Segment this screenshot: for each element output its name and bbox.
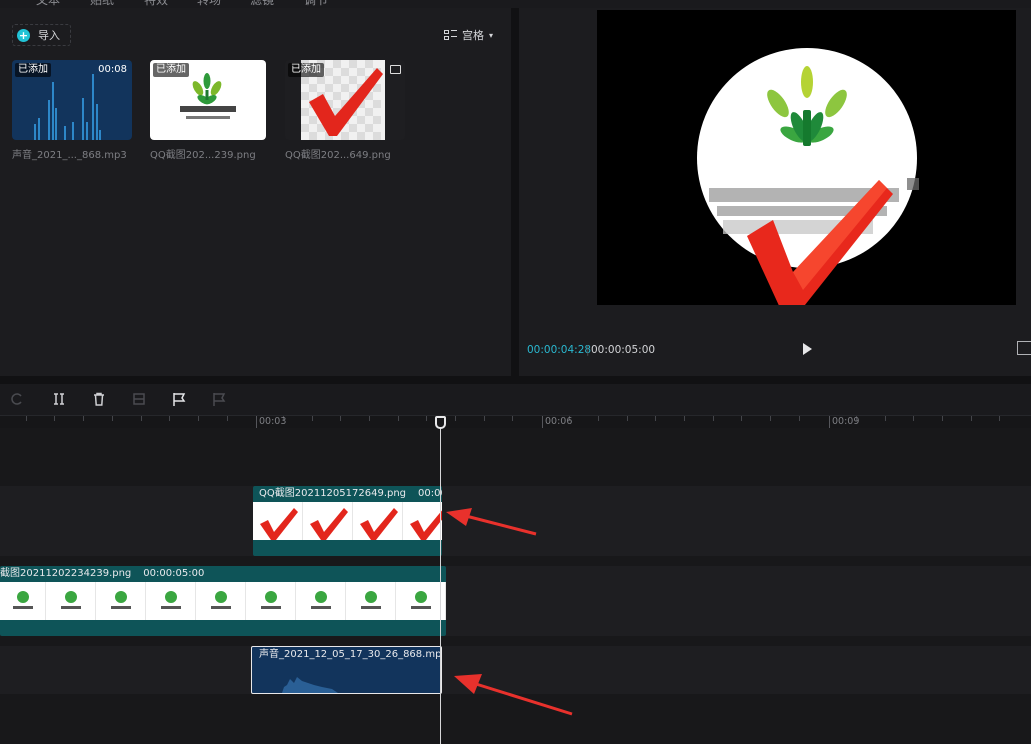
timecode-separator: | [586, 344, 590, 356]
checkmark-frame [303, 502, 353, 540]
menu-item[interactable]: 滤镜 [250, 0, 274, 8]
added-badge: 已添加 [15, 63, 51, 77]
timeline-toolbar [0, 384, 1031, 416]
menu-item[interactable]: 文本 [36, 0, 60, 8]
reverse-icon[interactable] [210, 390, 228, 408]
media-name: 声音_2021_..._868.mp3 [12, 150, 127, 161]
menu-item[interactable]: 调节 [304, 0, 328, 8]
audio-waveform [282, 677, 338, 693]
redo-icon[interactable] [8, 390, 26, 408]
logo-frame [46, 582, 96, 620]
import-label: 导入 [38, 29, 60, 42]
overlay-clip[interactable]: QQ截图20211205172649.png 00:00 [253, 486, 442, 556]
logo-frame [246, 582, 296, 620]
audio-thumbnail: 已添加 00:08 [12, 60, 132, 140]
import-button[interactable]: + 导入 [12, 24, 71, 46]
freeze-frame-icon[interactable] [130, 390, 148, 408]
delete-icon[interactable] [90, 390, 108, 408]
clip-name: QQ截图20211205172649.png [259, 488, 407, 499]
added-badge: 已添加 [288, 63, 324, 77]
logo-frame [196, 582, 246, 620]
preview-frame [697, 48, 919, 305]
media-item-audio[interactable]: 已添加 00:08 声音_2021_..._868.mp3 [12, 60, 132, 161]
media-item-image[interactable]: 已添加 QQ截图202...239.png [150, 60, 266, 161]
split-icon[interactable] [50, 390, 68, 408]
media-name: QQ截图202...649.png [285, 150, 391, 161]
plus-icon: + [17, 28, 30, 42]
checkmark-frame [253, 502, 303, 540]
logo-frame [396, 582, 446, 620]
flag-icon[interactable] [170, 390, 188, 408]
preview-viewport [597, 10, 1016, 305]
clip-frames [0, 582, 446, 620]
menu-item[interactable]: 特效 [144, 0, 168, 8]
media-item-image[interactable]: 已添加 QQ截图202...649.png [285, 60, 405, 161]
logo-frame [346, 582, 396, 620]
time-ruler[interactable]: 00:03 00:06 00:09 [0, 416, 1031, 428]
video-editor-window: 文本 贴纸 特效 转场 滤镜 调节 + 导入 宫格 ▾ 已添加 00:08 声音… [0, 0, 1031, 744]
annotation-arrow [454, 674, 573, 716]
view-mode-label: 宫格 [461, 29, 484, 42]
caret-down-icon: ▾ [488, 30, 493, 40]
ruler-label: 00:09 [829, 416, 859, 428]
audio-clip[interactable]: 声音_2021_12_05_17_30_26_868.mp3 [251, 646, 442, 694]
logo-frame [146, 582, 196, 620]
menu-item[interactable]: 贴纸 [90, 0, 114, 8]
clip-name: 声音_2021_12_05_17_30_26_868.mp3 [259, 649, 442, 660]
playhead-handle[interactable] [435, 416, 446, 429]
clip-frames [253, 502, 442, 540]
media-panel: + 导入 宫格 ▾ 已添加 00:08 声音_2021_..._868.mp3 … [0, 8, 511, 376]
play-icon[interactable] [803, 343, 812, 355]
view-mode-button[interactable]: 宫格 ▾ [443, 27, 493, 43]
playhead-line[interactable] [440, 424, 441, 744]
annotation-arrow [446, 508, 537, 536]
aspect-ratio-icon[interactable] [1017, 341, 1031, 355]
checkmark-frame [403, 502, 442, 540]
duration-label: 00:08 [98, 64, 127, 75]
menu-item[interactable]: 转场 [197, 0, 221, 8]
clip-duration: 00:00 [418, 488, 442, 499]
clip-name: 截图20211202234239.png [0, 568, 132, 579]
logo-frame [0, 582, 46, 620]
image-thumbnail: 已添加 [150, 60, 266, 140]
grid-view-icon [443, 30, 457, 40]
preview-player: 00:00:04:28 | 00:00:05:00 [519, 8, 1031, 376]
clip-duration: 00:00:05:00 [143, 568, 205, 579]
main-clip[interactable]: 截图20211202234239.png 00:00:05:00 [0, 566, 446, 636]
ruler-label: 00:06 [542, 416, 572, 428]
image-type-icon [390, 65, 401, 74]
logo-frame [296, 582, 346, 620]
ruler-label: 00:03 [256, 416, 286, 428]
media-name: QQ截图202...239.png [150, 150, 256, 161]
total-timecode: 00:00:05:00 [591, 344, 656, 356]
current-timecode: 00:00:04:28 [527, 344, 592, 356]
checkmark-frame [353, 502, 403, 540]
added-badge: 已添加 [153, 63, 189, 77]
image-thumbnail: 已添加 [285, 60, 405, 140]
top-menu-bar: 文本 贴纸 特效 转场 滤镜 调节 [0, 0, 1031, 8]
logo-frame [96, 582, 146, 620]
